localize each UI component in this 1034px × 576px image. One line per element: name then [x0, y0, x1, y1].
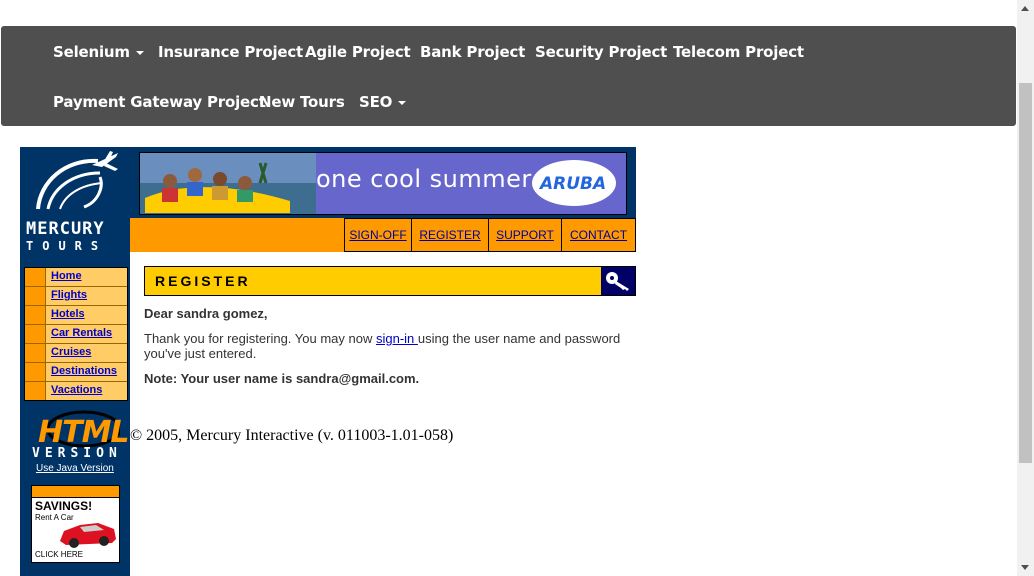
- logo-tours-text: TOURS: [26, 239, 108, 253]
- nav-label: SEO: [359, 93, 393, 111]
- menu-bullet: [25, 382, 46, 400]
- sign-in-link[interactable]: sign-in: [376, 331, 418, 346]
- menu-bullet: [25, 306, 46, 324]
- key-icon: [601, 267, 635, 295]
- html-word: HTML: [38, 415, 130, 450]
- copyright-footer: © 2005, Mercury Interactive (v. 011003-1…: [130, 427, 454, 444]
- side-menu-item: Vacations: [25, 382, 127, 400]
- side-menu-item: Flights: [25, 287, 127, 306]
- menu-bullet: [25, 344, 46, 362]
- menu-bullet: [25, 325, 46, 343]
- use-java-version-link[interactable]: Use Java Version: [36, 463, 114, 474]
- menu-bullet: [25, 268, 46, 286]
- menu-bullet: [25, 363, 46, 381]
- caret-down-icon: [398, 100, 407, 105]
- sign-off-link[interactable]: SIGN-OFF: [344, 218, 412, 252]
- register-link[interactable]: REGISTER: [411, 218, 489, 252]
- banner-slogan: one cool summer: [316, 165, 532, 193]
- nav-agile-project[interactable]: Agile Project: [305, 43, 411, 61]
- top-links-strip: SIGN-OFF REGISTER SUPPORT CONTACT: [130, 218, 636, 252]
- side-link-car-rentals[interactable]: Car Rentals: [51, 327, 112, 339]
- side-link-home[interactable]: Home: [51, 270, 82, 282]
- ad-cta: CLICK HERE: [35, 550, 84, 559]
- aruba-ad-banner[interactable]: one cool summer ARUBA: [139, 152, 627, 215]
- aruba-logo: ARUBA: [532, 160, 616, 206]
- nav-label: Selenium: [53, 43, 130, 61]
- raft-photo-image: [140, 153, 316, 214]
- nav-bank-project[interactable]: Bank Project: [420, 43, 525, 61]
- side-link-flights[interactable]: Flights: [51, 289, 87, 301]
- register-header: REGISTER: [144, 266, 636, 296]
- version-word: VERSION: [32, 446, 122, 461]
- support-link[interactable]: SUPPORT: [488, 218, 562, 252]
- side-menu: Home Flights Hotels Car Rentals Cruises …: [24, 267, 128, 401]
- side-link-cruises[interactable]: Cruises: [51, 346, 91, 358]
- airplane-logo-icon: [36, 151, 118, 210]
- side-link-vacations[interactable]: Vacations: [51, 384, 102, 396]
- nav-seo[interactable]: SEO: [359, 93, 407, 111]
- side-link-hotels[interactable]: Hotels: [51, 308, 85, 320]
- key-icon-graphic: [606, 272, 629, 291]
- side-menu-item: Car Rentals: [25, 325, 127, 344]
- menu-bullet: [25, 287, 46, 305]
- aruba-logo-text: ARUBA: [540, 174, 607, 194]
- side-menu-item: Destinations: [25, 363, 127, 382]
- side-menu-item: Home: [25, 268, 127, 287]
- thank-you-paragraph: Thank you for registering. You may now s…: [144, 331, 634, 361]
- banner: one cool summer ARUBA: [130, 147, 636, 219]
- caret-down-icon: [135, 50, 144, 55]
- greeting-text: Dear sandra gomez,: [144, 306, 268, 321]
- nav-telecom-project[interactable]: Telecom Project: [673, 43, 804, 61]
- nav-security-project[interactable]: Security Project: [535, 43, 667, 61]
- mercury-tours-logo: MERCURY TOURS: [20, 147, 130, 262]
- nav-payment-gateway-project[interactable]: Payment Gateway Project: [53, 93, 266, 111]
- nav-new-tours[interactable]: New Tours: [259, 93, 345, 111]
- side-menu-item: Cruises: [25, 344, 127, 363]
- side-link-destinations[interactable]: Destinations: [51, 365, 117, 377]
- register-title: REGISTER: [155, 273, 251, 289]
- nav-insurance-project[interactable]: Insurance Project: [158, 43, 303, 61]
- username-note: Note: Your user name is sandra@gmail.com…: [144, 371, 420, 386]
- nav-selenium[interactable]: Selenium: [53, 43, 144, 61]
- logo-mercury-text: MERCURY: [26, 219, 105, 239]
- thank-you-text: Thank you for registering. You may now: [144, 331, 376, 346]
- side-menu-item: Hotels: [25, 306, 127, 325]
- html-version-badge: HTML VERSION: [32, 409, 130, 461]
- red-car-icon: [60, 523, 116, 548]
- left-sidebar: MERCURY TOURS Home Flights Hotels Car Re…: [20, 147, 130, 576]
- top-navbar: Selenium Insurance Project Agile Project…: [1, 26, 1016, 126]
- savings-rent-a-car-ad[interactable]: SAVINGS! Rent A Car CLICK HERE: [31, 485, 120, 563]
- contact-link[interactable]: CONTACT: [561, 218, 636, 252]
- scroll-down-arrow-icon[interactable]: [1017, 559, 1034, 576]
- scroll-up-arrow-icon[interactable]: [1017, 0, 1034, 17]
- vertical-scrollbar[interactable]: [1017, 0, 1034, 576]
- ad-top-bar: [32, 486, 119, 498]
- scroll-thumb[interactable]: [1019, 83, 1032, 463]
- ad-title: SAVINGS!: [35, 499, 93, 513]
